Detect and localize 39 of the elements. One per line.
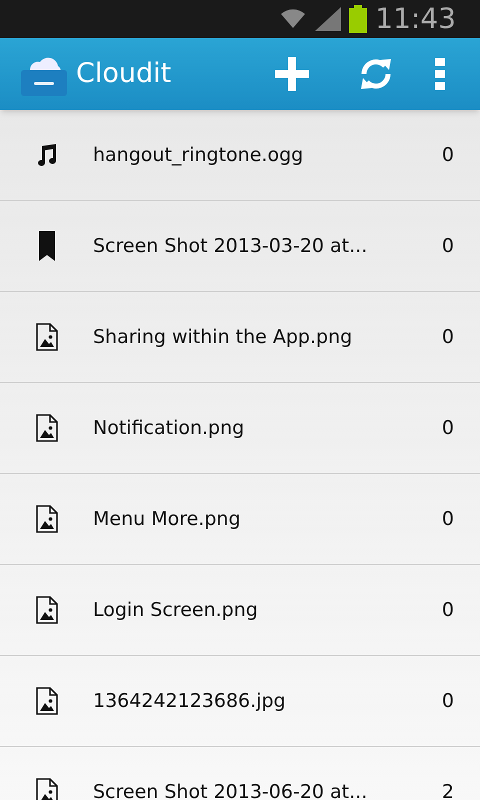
file-row[interactable]: Sharing within the App.png 0 xyxy=(0,292,480,383)
file-name: Screen Shot 2013-03-20 at... xyxy=(93,234,368,259)
image-file-icon xyxy=(36,505,58,533)
file-name: Menu More.png xyxy=(93,506,242,532)
file-row[interactable]: 1364242123686.jpg 0 xyxy=(0,656,480,747)
file-name: Login Screen.png xyxy=(93,598,259,623)
clock-time: 11:43 xyxy=(375,5,456,33)
file-count: 0 xyxy=(442,688,454,714)
image-file-icon xyxy=(36,778,58,800)
file-name: 1364242123686.jpg xyxy=(93,688,287,714)
file-name: Sharing within the App.png xyxy=(93,324,354,350)
music-note-icon xyxy=(36,142,58,168)
refresh-icon xyxy=(358,56,394,92)
file-count: 0 xyxy=(442,142,454,168)
file-count: 0 xyxy=(442,506,454,532)
file-name: hangout_ringtone.ogg xyxy=(93,142,304,168)
file-count: 0 xyxy=(442,324,454,350)
file-row[interactable]: Login Screen.png 0 xyxy=(0,565,480,656)
signal-icon xyxy=(315,7,342,31)
image-file-icon xyxy=(36,323,58,351)
file-row[interactable]: Notification.png 0 xyxy=(0,383,480,474)
bookmark-icon xyxy=(38,231,54,261)
file-count: 2 xyxy=(442,780,454,800)
file-row[interactable]: Screen Shot 2013-03-20 at... 0 xyxy=(0,201,480,292)
file-name: Screen Shot 2013-06-20 at... xyxy=(93,780,368,800)
file-row[interactable]: Screen Shot 2013-06-20 at... 2 xyxy=(0,747,480,800)
image-file-icon xyxy=(36,687,58,715)
more-icon xyxy=(435,58,445,90)
image-file-icon xyxy=(36,596,58,624)
file-count: 0 xyxy=(442,416,454,441)
battery-icon xyxy=(349,5,368,33)
file-count: 0 xyxy=(442,234,454,259)
app-title: Cloudit xyxy=(76,56,172,91)
image-file-icon xyxy=(36,414,58,442)
plus-icon xyxy=(275,57,309,91)
file-count: 0 xyxy=(442,598,454,623)
file-row[interactable]: hangout_ringtone.ogg 0 xyxy=(0,110,480,201)
file-name: Notification.png xyxy=(93,416,246,441)
file-row[interactable]: Menu More.png 0 xyxy=(0,474,480,565)
